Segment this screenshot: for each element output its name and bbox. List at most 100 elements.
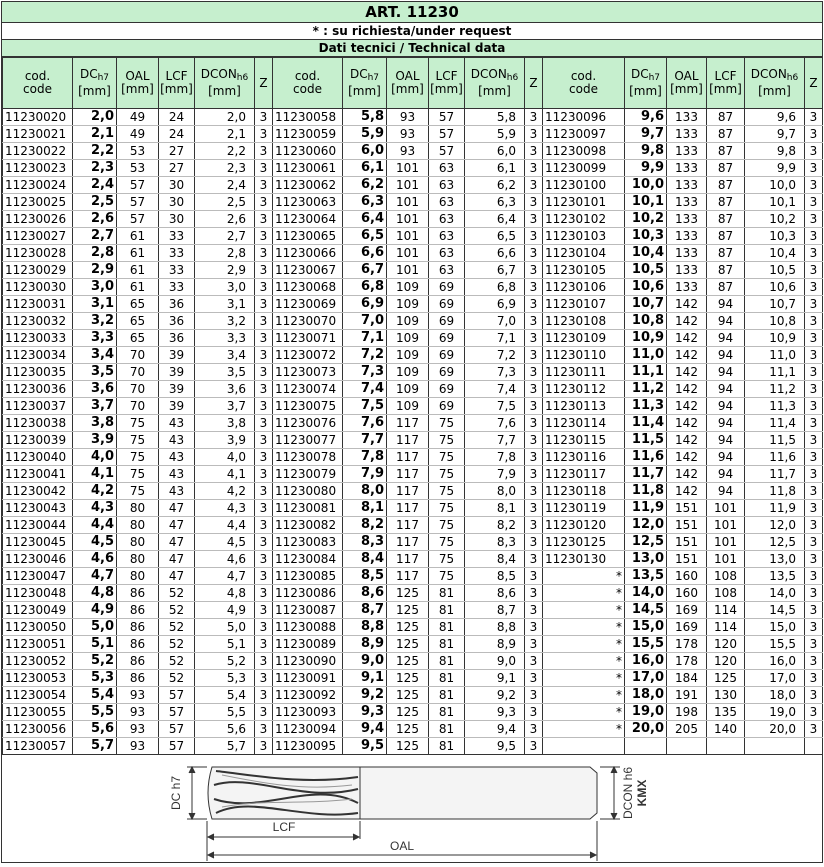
cell-oal: 117: [386, 482, 429, 500]
cell-dc: 8,6: [342, 584, 387, 602]
cell-dcon: 5,4: [194, 686, 255, 704]
cell-dc: 10,3: [624, 227, 667, 245]
cell-lcf: 30: [158, 193, 195, 211]
cell-dc: 15,5: [624, 635, 667, 653]
cell-code: 11230079: [272, 465, 343, 483]
cell-dc: 12,5: [624, 533, 667, 551]
table-row: 11230084 8,4 117 75 8,4 3: [272, 550, 543, 568]
cell-lcf: 94: [706, 312, 745, 330]
cell-dcon: 9,2: [464, 686, 525, 704]
cell-lcf: 39: [158, 363, 195, 381]
lcf-label: LCF: [273, 820, 296, 834]
cell-lcf: 75: [428, 431, 465, 449]
table-row: 11230046 4,6 80 47 4,6 3: [2, 550, 273, 568]
table-row: 11230098 9,8 133 87 9,8 3: [542, 142, 823, 160]
cell-lcf: 94: [706, 295, 745, 313]
header-code: cod. code: [272, 57, 343, 109]
cell-z: 3: [804, 176, 823, 194]
table-row: 11230049 4,9 86 52 4,9 3: [2, 601, 273, 619]
cell-code: 11230028: [2, 244, 73, 262]
cell-code: 11230038: [2, 414, 73, 432]
cell-lcf: 57: [158, 720, 195, 738]
cell-code: 11230114: [542, 414, 625, 432]
cell-lcf: 87: [706, 125, 745, 143]
cell-z: 3: [254, 448, 273, 466]
table-row: 11230104 10,4 133 87 10,4 3: [542, 244, 823, 262]
table-row: 11230087 8,7 125 81 8,7 3: [272, 601, 543, 619]
cell-code: 11230030: [2, 278, 73, 296]
cell-dc: 5,2: [72, 652, 117, 670]
cell-oal: 109: [386, 312, 429, 330]
cell-lcf: 87: [706, 159, 745, 177]
table-row: 11230106 10,6 133 87 10,6 3: [542, 278, 823, 296]
cell-oal: 57: [116, 193, 159, 211]
cell-oal: 169: [666, 618, 707, 636]
cell-z: 3: [524, 312, 543, 330]
table-row: 11230060 6,0 93 57 6,0 3: [272, 142, 543, 160]
cell-lcf: 57: [428, 142, 465, 160]
cell-dc: 8,4: [342, 550, 387, 568]
cell-oal: 75: [116, 465, 159, 483]
cell-z: 3: [254, 499, 273, 517]
cell-oal: 117: [386, 465, 429, 483]
cell-dc: 8,5: [342, 567, 387, 585]
cell-code: 11230087: [272, 601, 343, 619]
cell-z: 3: [524, 295, 543, 313]
cell-dcon: 5,8: [464, 108, 525, 126]
table-row: 11230030 3,0 61 33 3,0 3: [2, 278, 273, 296]
cell-z: 3: [254, 465, 273, 483]
cell-dc: 10,2: [624, 210, 667, 228]
table-row: 11230052 5,2 86 52 5,2 3: [2, 652, 273, 670]
cell-oal: 142: [666, 363, 707, 381]
cell-dcon: 20,0: [744, 720, 805, 738]
cell-code: *: [542, 669, 625, 687]
table-row: 11230085 8,5 117 75 8,5 3: [272, 567, 543, 585]
cell-code: 11230061: [272, 159, 343, 177]
cell-code: 11230020: [2, 108, 73, 126]
cell-lcf: 108: [706, 567, 745, 585]
table-row: 11230066 6,6 101 63 6,6 3: [272, 244, 543, 262]
cell-dc: 7,1: [342, 329, 387, 347]
cell-dcon: 13,5: [744, 567, 805, 585]
cell-dcon: 4,3: [194, 499, 255, 517]
table-row: * 15,5 178 120 15,5 3: [542, 635, 823, 653]
cell-lcf: 75: [428, 567, 465, 585]
cell-code: 11230056: [2, 720, 73, 738]
cell-dcon: 6,0: [464, 142, 525, 160]
cell-z: 3: [804, 618, 823, 636]
cell-dc: 2,5: [72, 193, 117, 211]
cell-code: 11230086: [272, 584, 343, 602]
cell-dc: 6,5: [342, 227, 387, 245]
cell-dcon: 10,4: [744, 244, 805, 262]
cell-dcon: 6,7: [464, 261, 525, 279]
cell-oal: 184: [666, 669, 707, 687]
cell-dcon: 8,4: [464, 550, 525, 568]
cell-oal: 75: [116, 431, 159, 449]
cell-lcf: 43: [158, 431, 195, 449]
cell-z: 3: [804, 567, 823, 585]
cell-lcf: 94: [706, 397, 745, 415]
cell-lcf: 75: [428, 448, 465, 466]
cell-dc: 13,5: [624, 567, 667, 585]
cell-dcon: 4,5: [194, 533, 255, 551]
table-row: 11230041 4,1 75 43 4,1 3: [2, 465, 273, 483]
cell-dcon: 3,0: [194, 278, 255, 296]
table-row: 11230024 2,4 57 30 2,4 3: [2, 176, 273, 194]
cell-z: 3: [804, 584, 823, 602]
cell-dcon: 5,9: [464, 125, 525, 143]
header-z: Z: [254, 57, 273, 109]
cell-z: 3: [804, 125, 823, 143]
cell-dcon: 8,8: [464, 618, 525, 636]
cell-dcon: 5,0: [194, 618, 255, 636]
header-dcon: DCONh6 [mm]: [194, 57, 255, 109]
cell-z: 3: [524, 720, 543, 738]
cell-lcf: 63: [428, 176, 465, 194]
cell-lcf: 57: [158, 703, 195, 721]
cell-oal: 70: [116, 346, 159, 364]
cell-dc: 3,3: [72, 329, 117, 347]
cell-code: 11230059: [272, 125, 343, 143]
table-row: 11230109 10,9 142 94 10,9 3: [542, 329, 823, 347]
cell-oal: 125: [386, 669, 429, 687]
cell-dcon: 2,3: [194, 159, 255, 177]
cell-oal: 133: [666, 210, 707, 228]
